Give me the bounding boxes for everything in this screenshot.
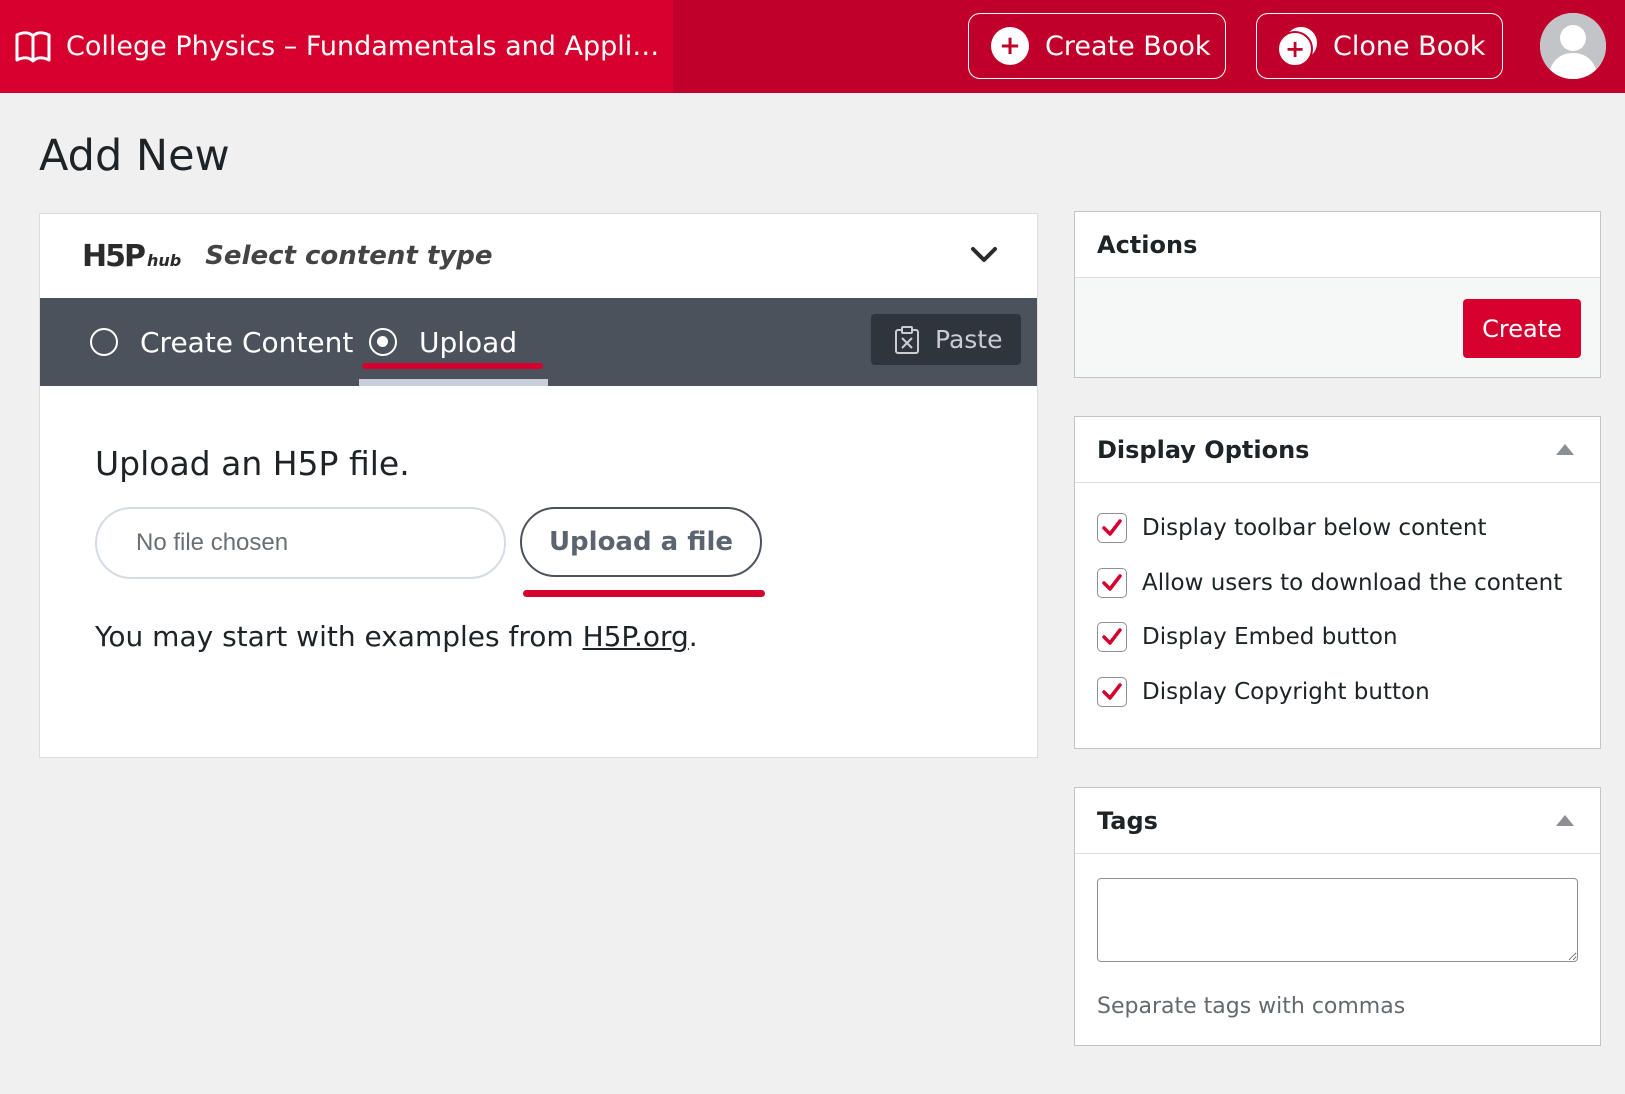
h5p-editor: H5P hub Select content type Create Conten…	[39, 213, 1038, 758]
clone-book-button[interactable]: + Clone Book	[1256, 13, 1503, 79]
actions-box: Actions Create	[1074, 211, 1601, 378]
option-label: Display toolbar below content	[1142, 515, 1487, 541]
clone-book-label: Clone Book	[1333, 30, 1486, 62]
option-allow-download[interactable]: Allow users to download the content	[1097, 568, 1562, 598]
upload-file-button[interactable]: Upload a file	[520, 507, 762, 577]
paste-label: Paste	[935, 325, 1003, 354]
display-options-header[interactable]: Display Options	[1075, 417, 1600, 483]
user-avatar[interactable]	[1540, 13, 1606, 79]
actions-body: Create	[1075, 278, 1600, 377]
clone-icon: +	[1277, 25, 1319, 67]
checkmark-icon	[1102, 683, 1122, 700]
select-content-type-label: Select content type	[205, 241, 493, 271]
checkbox-checked[interactable]	[1097, 622, 1127, 652]
radio-unchecked-icon	[90, 328, 118, 356]
tags-header[interactable]: Tags	[1075, 788, 1600, 854]
tab-upload-highlight	[362, 363, 543, 369]
create-book-label: Create Book	[1045, 30, 1211, 62]
option-display-embed[interactable]: Display Embed button	[1097, 622, 1398, 652]
tab-create-content[interactable]: Create Content	[90, 298, 353, 386]
tags-input[interactable]	[1097, 878, 1578, 962]
page-title: Add New	[39, 131, 230, 181]
display-options-title: Display Options	[1097, 435, 1310, 464]
tags-box: Tags Separate tags with commas	[1074, 787, 1601, 1046]
checkbox-checked[interactable]	[1097, 568, 1127, 598]
upload-heading: Upload an H5P file.	[95, 444, 410, 483]
plus-circle-icon: +	[991, 27, 1029, 65]
option-display-toolbar[interactable]: Display toolbar below content	[1097, 513, 1487, 543]
checkmark-icon	[1102, 574, 1122, 591]
option-label: Display Copyright button	[1142, 679, 1430, 705]
content-type-selector[interactable]: H5P hub Select content type	[40, 214, 1037, 298]
create-book-button[interactable]: + Create Book	[968, 13, 1226, 79]
display-options-box: Display Options Display toolbar below co…	[1074, 416, 1601, 749]
collapse-arrow-icon[interactable]	[1556, 444, 1574, 455]
book-icon	[15, 30, 51, 62]
file-name-field[interactable]: No file chosen	[95, 507, 506, 579]
checkbox-checked[interactable]	[1097, 677, 1127, 707]
checkbox-checked[interactable]	[1097, 513, 1127, 543]
tags-title: Tags	[1097, 806, 1158, 835]
upload-button-highlight	[523, 590, 765, 597]
tab-upload-label: Upload	[419, 325, 518, 359]
clipboard-icon	[895, 325, 919, 354]
h5p-tabbar: Create Content Upload Paste	[40, 298, 1037, 386]
option-label: Allow users to download the content	[1142, 570, 1563, 596]
create-button[interactable]: Create	[1463, 299, 1581, 358]
tab-active-indicator	[359, 379, 548, 386]
chevron-down-icon[interactable]	[969, 244, 999, 266]
h5p-org-link[interactable]: H5P.org	[583, 620, 689, 653]
option-display-copyright[interactable]: Display Copyright button	[1097, 677, 1430, 707]
tags-hint: Separate tags with commas	[1097, 994, 1406, 1019]
tab-create-content-label: Create Content	[140, 325, 354, 359]
book-title: College Physics – Fundamentals and Appli…	[66, 31, 660, 62]
tab-upload[interactable]: Upload	[369, 298, 517, 386]
h5p-hub-logo: H5P hub	[82, 238, 182, 274]
option-label: Display Embed button	[1142, 624, 1398, 650]
top-bar: College Physics – Fundamentals and Appli…	[0, 0, 1625, 93]
collapse-arrow-icon[interactable]	[1556, 815, 1574, 826]
checkmark-icon	[1102, 519, 1122, 536]
actions-title: Actions	[1075, 212, 1600, 278]
paste-button[interactable]: Paste	[871, 314, 1021, 365]
radio-checked-icon	[369, 328, 397, 356]
book-switcher[interactable]: College Physics – Fundamentals and Appli…	[0, 0, 673, 93]
examples-text: You may start with examples from H5P.org…	[95, 620, 698, 653]
checkmark-icon	[1102, 628, 1122, 645]
user-icon	[1540, 13, 1606, 79]
upload-section: Upload an H5P file. No file chosen Uploa…	[95, 444, 765, 653]
